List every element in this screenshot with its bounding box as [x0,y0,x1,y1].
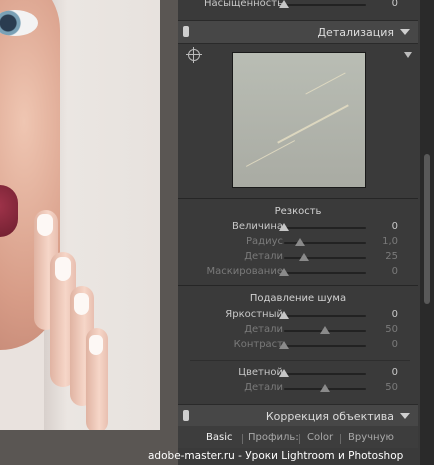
luminance-value[interactable]: 0 [392,309,398,320]
saturation-slider-track[interactable] [279,0,366,8]
luminance-detail-row: Детали 50 [178,324,418,337]
radius-slider-track[interactable] [284,238,366,246]
tab-separator [299,434,300,444]
color-detail-slider-track[interactable] [284,384,366,392]
color-detail-value[interactable]: 50 [385,382,398,393]
collapse-triangle-icon[interactable] [400,29,410,35]
preview-menu-icon[interactable] [404,52,412,58]
noise-title: Подавление шума [249,293,347,304]
saturation-row: Насыщенность 0 [178,0,418,15]
color-detail-slider-thumb[interactable] [320,384,330,392]
amount-label: Величина [232,221,283,232]
tab-separator [242,434,243,444]
photo-canvas [0,0,178,465]
detail-value[interactable]: 25 [385,251,398,262]
masking-slider-thumb[interactable] [279,268,289,276]
saturation-value[interactable]: 0 [392,0,398,9]
tab-profile[interactable]: Профиль: [248,432,299,443]
detail-title: Детализация [317,26,394,39]
nail [89,335,103,355]
contrast-slider-track[interactable] [279,341,366,349]
detail-section-header[interactable]: Детализация [178,20,418,44]
radius-row: Радиус 1,0 [178,236,418,249]
luminance-slider-track[interactable] [279,311,366,319]
lens-tabs: Basic Профиль: Color Вручную [178,426,418,448]
scrollbar-thumb[interactable] [424,154,430,304]
color-detail-label: Детали [244,382,283,393]
contrast-row: Контраст 0 [178,339,418,352]
tab-color[interactable]: Color [307,432,333,443]
detail-slider-thumb[interactable] [299,253,309,261]
contrast-value[interactable]: 0 [392,339,398,350]
sharpening-title: Резкость [274,206,322,217]
luminance-detail-label: Детали [244,324,283,335]
detail-preview[interactable] [232,52,366,188]
detail-label: Детали [244,251,283,262]
amount-slider-thumb[interactable] [279,223,289,231]
portrait-photo [0,0,160,430]
divider [190,360,410,361]
lens-section-header[interactable]: Коррекция объектива [178,404,418,428]
tab-separator [340,434,341,444]
watermark-text: adobe-master.ru - Уроки Lightroom и Phot… [148,450,404,462]
luminance-slider-thumb[interactable] [279,311,289,319]
saturation-slider-thumb[interactable] [279,0,289,8]
divider [178,198,418,199]
color-row: Цветной 0 [178,367,418,380]
saturation-label: Насыщенность [203,0,283,9]
contrast-label: Контраст [233,339,283,350]
color-slider-track[interactable] [279,369,366,377]
divider [178,285,418,286]
nail [37,214,53,236]
detail-row: Детали 25 [178,251,418,264]
color-slider-thumb[interactable] [279,369,289,377]
nail [74,293,89,315]
amount-slider-track[interactable] [279,223,366,231]
radius-label: Радиус [246,236,283,247]
luminance-detail-slider-track[interactable] [284,326,366,334]
radius-slider-thumb[interactable] [295,238,305,246]
radius-value[interactable]: 1,0 [382,236,398,247]
collapse-triangle-icon[interactable] [400,413,410,419]
detail-slider-track[interactable] [284,253,366,261]
luminance-label: Яркостный [225,309,283,320]
panel-toggle-icon[interactable] [183,410,189,421]
hand [28,210,112,430]
tab-basic[interactable]: Basic [206,432,232,443]
color-label: Цветной [238,367,283,378]
amount-row: Величина 0 [178,221,418,234]
masking-slider-track[interactable] [279,268,366,276]
color-value[interactable]: 0 [392,367,398,378]
tab-manual[interactable]: Вручную [348,432,394,443]
luminance-detail-value[interactable]: 50 [385,324,398,335]
panel-toggle-icon[interactable] [183,26,189,37]
lens-title: Коррекция объектива [265,410,394,423]
color-detail-row: Детали 50 [178,382,418,395]
masking-value[interactable]: 0 [392,266,398,277]
luminance-detail-slider-thumb[interactable] [320,326,330,334]
masking-label: Маскирование [206,266,283,277]
panel-scrollbar[interactable] [420,0,434,465]
target-adjust-icon[interactable] [186,47,202,63]
luminance-row: Яркостный 0 [178,309,418,322]
amount-value[interactable]: 0 [392,221,398,232]
develop-panel: Насыщенность 0 Детализация Резкость Вели… [178,0,434,465]
nail [55,257,71,281]
contrast-slider-thumb[interactable] [279,341,289,349]
masking-row: Маскирование 0 [178,266,418,279]
